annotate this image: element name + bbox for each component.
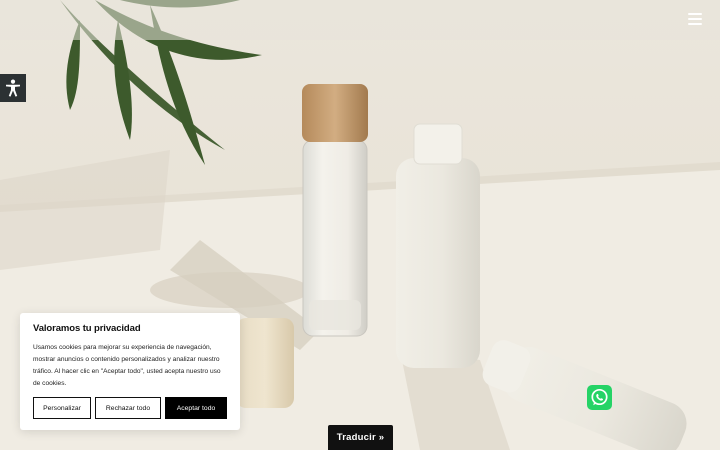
whatsapp-button[interactable] [587, 385, 612, 410]
reject-all-button[interactable]: Rechazar todo [95, 397, 161, 419]
top-navigation-bar [0, 0, 720, 40]
cookie-banner-title: Valoramos tu privacidad [33, 323, 141, 334]
accessibility-button[interactable] [0, 74, 26, 102]
whatsapp-icon [587, 385, 612, 410]
accept-all-button[interactable]: Aceptar todo [165, 397, 227, 419]
customize-button[interactable]: Personalizar [33, 397, 91, 419]
cookie-banner-text: Usamos cookies para mejorar su experienc… [33, 344, 221, 387]
accessibility-icon [6, 79, 20, 97]
cookie-banner-actions: Personalizar Rechazar todo Aceptar todo [33, 397, 227, 419]
cookie-consent-banner: Valoramos tu privacidad Usamos cookies p… [20, 313, 240, 430]
hamburger-menu-icon[interactable] [688, 13, 702, 25]
translate-button[interactable]: Traducir » [328, 425, 393, 450]
